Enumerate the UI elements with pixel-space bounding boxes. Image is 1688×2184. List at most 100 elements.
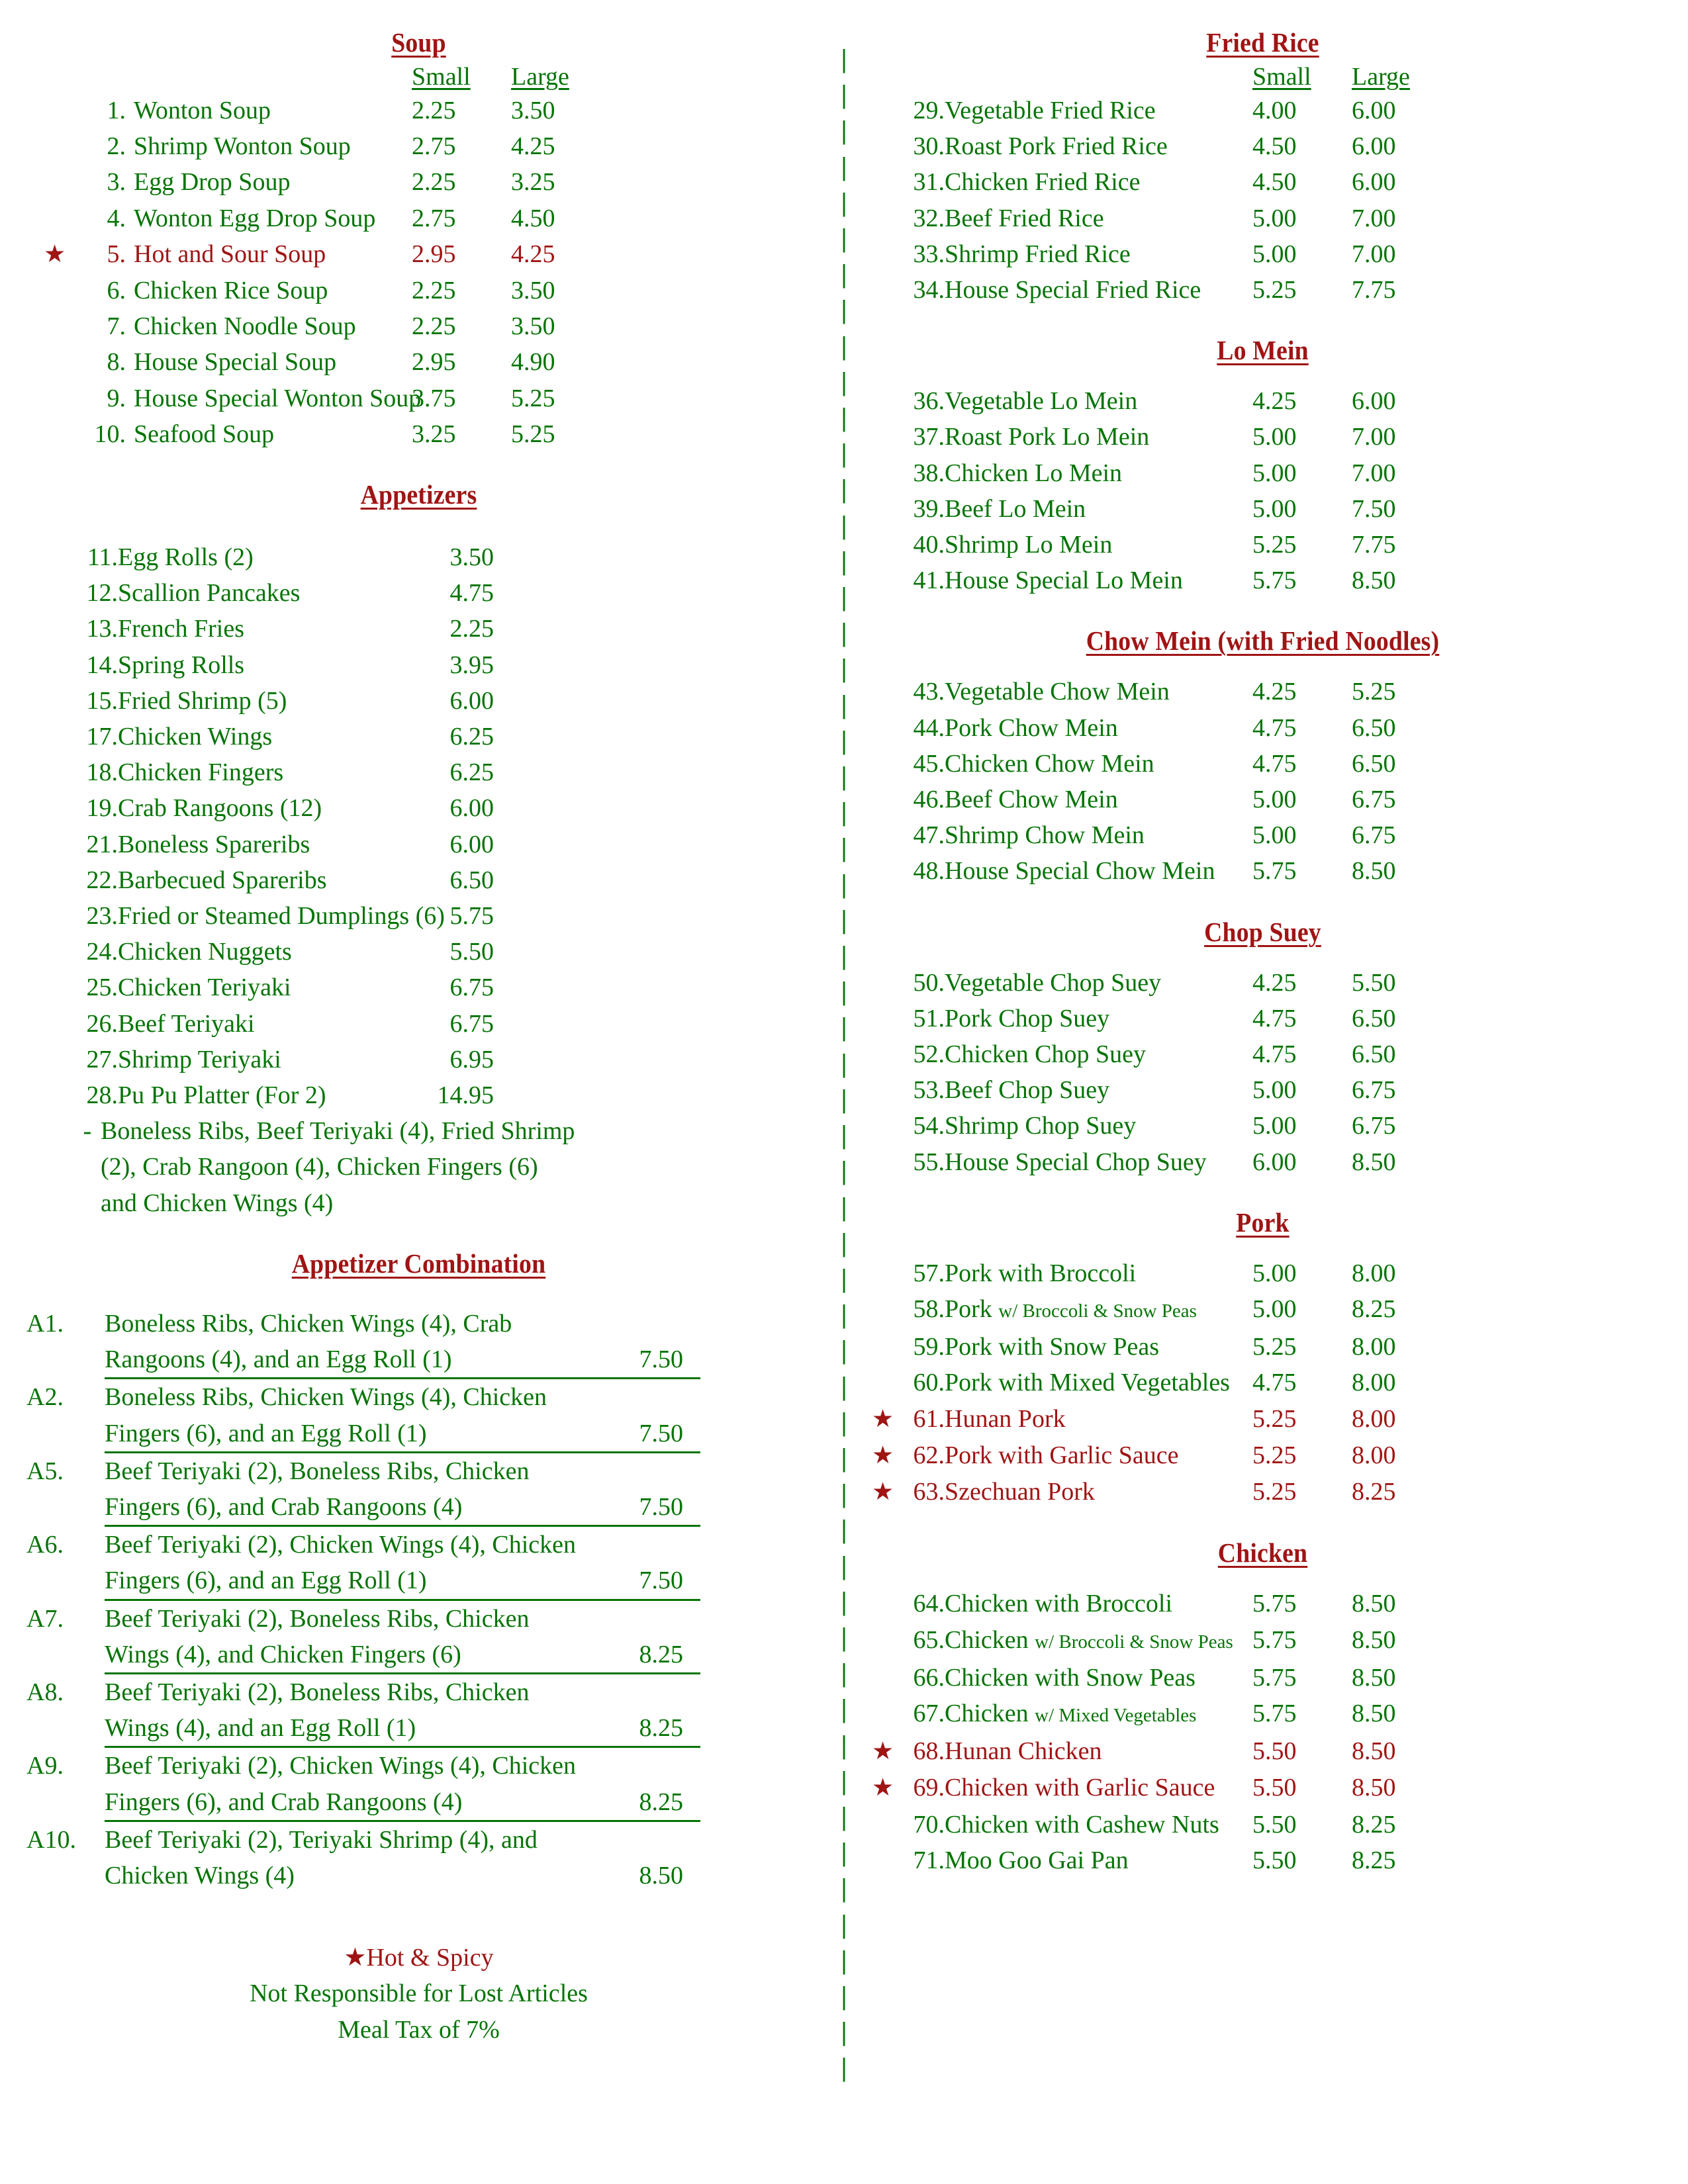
item-name: Crab Rangoons (12) — [118, 794, 322, 823]
item-price-large: 8.50 — [1352, 567, 1396, 595]
item-name: Pork Chop Suey — [945, 1004, 1110, 1032]
item-price-small: 5.75 — [1252, 1625, 1297, 1654]
item-name: Hot and Sour Soup — [134, 240, 326, 268]
menu-item-row: ★ 5. Hot and Sour Soup 2.95 4.25 — [44, 236, 811, 273]
item-price: 6.00 — [449, 686, 494, 715]
item-name: Shrimp Wonton Soup — [134, 132, 351, 161]
combination-item: A10. Beef Teriyaki (2), Teriyaki Shrimp (… — [26, 1822, 811, 1893]
menu-item-row: 40. Shrimp Lo Mein 5.25 7.75 — [902, 527, 1662, 563]
item-price-small: 5.00 — [1252, 459, 1297, 487]
soup-size-header: Small Large — [74, 62, 811, 91]
menu-item-row: 7. Chicken Noodle Soup 2.25 3.50 — [74, 308, 811, 344]
item-number: 53. — [913, 1076, 945, 1105]
item-name: Shrimp Teriyaki — [118, 1045, 281, 1073]
item-number: 43. — [913, 678, 945, 706]
item-number: 71. — [913, 1846, 945, 1874]
item-number: 58. — [913, 1295, 945, 1324]
item-name: Fried or Steamed Dumplings (6) — [118, 902, 445, 931]
item-number: 48. — [913, 857, 945, 886]
large-column-label: Large — [511, 63, 569, 91]
menu-item-row: 54. Shrimp Chop Suey 5.00 6.75 — [902, 1108, 1662, 1144]
item-number: 7. — [107, 312, 126, 341]
item-price-small: 5.00 — [1252, 821, 1297, 850]
item-name: Vegetable Fried Rice — [945, 97, 1156, 124]
item-price-large: 5.50 — [1352, 968, 1396, 997]
menu-item-row: 32. Beef Fried Rice 5.00 7.00 — [902, 201, 1662, 236]
item-number: 21. — [86, 830, 118, 858]
item-price-small: 5.75 — [1252, 567, 1297, 595]
item-name: Shrimp Chow Mein — [945, 821, 1145, 850]
menu-item-row: 14. Spring Rolls 3.95 — [74, 647, 811, 683]
item-name: Vegetable Chop Suey — [945, 968, 1162, 997]
item-price: 14.95 — [437, 1081, 494, 1110]
star-icon: ★ — [344, 1944, 367, 1972]
item-number: 23. — [86, 902, 118, 931]
menu-item-row: 23. Fried or Steamed Dumplings (6) 5.75 — [74, 898, 811, 934]
item-price-large: 5.25 — [511, 384, 555, 412]
right-column: Fried Rice Small Large 29. Vegetable Frie… — [857, 26, 1688, 2184]
item-price-large: 7.00 — [1352, 423, 1396, 451]
item-name: Wonton Egg Drop Soup — [134, 204, 376, 232]
item-number: 61. — [913, 1404, 945, 1433]
combination-price: 8.25 — [639, 1640, 684, 1668]
soup-item-list: 1. Wonton Soup 2.25 3.50 2. Shrimp Wonton Sou… — [44, 93, 811, 452]
combination-item: A8. Beef Teriyaki (2), Boneless Ribs, Chi… — [26, 1674, 811, 1749]
item-name: Chicken with Garlic Sauce — [945, 1774, 1215, 1802]
menu-item-row: 45. Chicken Chow Mein 4.75 6.50 — [902, 746, 1662, 782]
combination-code: A1. — [26, 1309, 64, 1338]
item-number: 36. — [913, 387, 945, 416]
item-name: Pork with Garlic Sauce — [945, 1441, 1179, 1469]
menu-item-row: 13. French Fries 2.25 — [74, 611, 811, 647]
item-name: Fried Shrimp (5) — [118, 686, 287, 715]
item-price: 6.00 — [449, 830, 494, 858]
combination-line-2-text: Wings (4), and an Egg Roll (1) — [105, 1714, 416, 1743]
combination-line-1: Beef Teriyaki (2), Teriyaki Shrimp (4), … — [105, 1825, 538, 1854]
item-number: 26. — [86, 1009, 118, 1038]
item-name: Chicken Nuggets — [118, 938, 292, 966]
item-price-small: 5.25 — [1252, 276, 1297, 304]
item-price-small: 4.25 — [1252, 968, 1297, 997]
item-price: 6.00 — [449, 794, 494, 823]
item-number: 6. — [107, 277, 126, 305]
menu-item-row: 6. Chicken Rice Soup 2.25 3.50 — [74, 273, 811, 308]
combination-code: A9. — [26, 1752, 64, 1780]
item-name-qualifier: w/ Mixed Vegetables — [1035, 1704, 1197, 1726]
item-price-large: 8.25 — [1352, 1478, 1396, 1506]
section-heading-chop-suey: Chop Suey — [1204, 916, 1321, 947]
item-number: 60. — [913, 1369, 945, 1397]
item-number: 50. — [913, 968, 945, 997]
item-number: 59. — [913, 1333, 945, 1361]
item-price-large: 6.50 — [1352, 713, 1396, 742]
item-number: 34. — [913, 276, 945, 304]
menu-item-row: 36. Vegetable Lo Mein 4.25 6.00 — [902, 383, 1662, 419]
star-icon: ★ — [872, 1405, 894, 1433]
menu-item-row: 19. Crab Rangoons (12) 6.00 — [74, 790, 811, 826]
menu-item-row: ★ 63. Szechuan Pork 5.25 8.25 — [872, 1474, 1662, 1510]
menu-item-row: ★ 68. Hunan Chicken 5.50 8.50 — [872, 1733, 1662, 1770]
appetizers-section: 11. Egg Rolls (2) 3.50 12. Scallion Pancakes… — [74, 539, 811, 1221]
menu-item-row: 67. Chicken w/ Mixed Vegetables 5.75 8.50 — [902, 1696, 1662, 1733]
menu-item-row: 71. Moo Goo Gai Pan 5.50 8.25 — [902, 1843, 1662, 1878]
section-heading-appetizers: Appetizers — [360, 479, 477, 510]
combination-line-2: Fingers (6), and Crab Rangoons (4) 7.50 — [105, 1489, 700, 1527]
dash-marker: - — [83, 1117, 92, 1146]
item-price: 6.50 — [449, 866, 494, 894]
item-price-large: 6.00 — [1352, 97, 1396, 124]
combination-code: A6. — [26, 1531, 64, 1559]
item-name: Seafood Soup — [134, 420, 275, 448]
item-number: 14. — [86, 651, 118, 679]
menu-item-row: 44. Pork Chow Mein 4.75 6.50 — [902, 710, 1662, 746]
menu-item-row: 34. House Special Fried Rice 5.25 7.75 — [902, 272, 1662, 308]
item-number: 13. — [86, 615, 118, 643]
item-number: 28. — [86, 1081, 118, 1110]
item-number: 65. — [913, 1625, 945, 1654]
pu-pu-description-line: - Boneless Ribs, Beef Teriyaki (4), Fried… — [74, 1113, 811, 1149]
description-text: Boneless Ribs, Beef Teriyaki (4), Fried … — [101, 1117, 575, 1146]
item-price-large: 7.00 — [1352, 204, 1396, 232]
item-name: Chicken with Cashew Nuts — [945, 1810, 1219, 1839]
menu-item-row: 26. Beef Teriyaki 6.75 — [74, 1006, 811, 1042]
item-price-large: 8.00 — [1352, 1259, 1396, 1287]
item-name: Hunan Pork — [945, 1404, 1066, 1433]
item-number: 24. — [86, 938, 118, 966]
meal-tax-note: Meal Tax of 7% — [338, 2015, 500, 2044]
